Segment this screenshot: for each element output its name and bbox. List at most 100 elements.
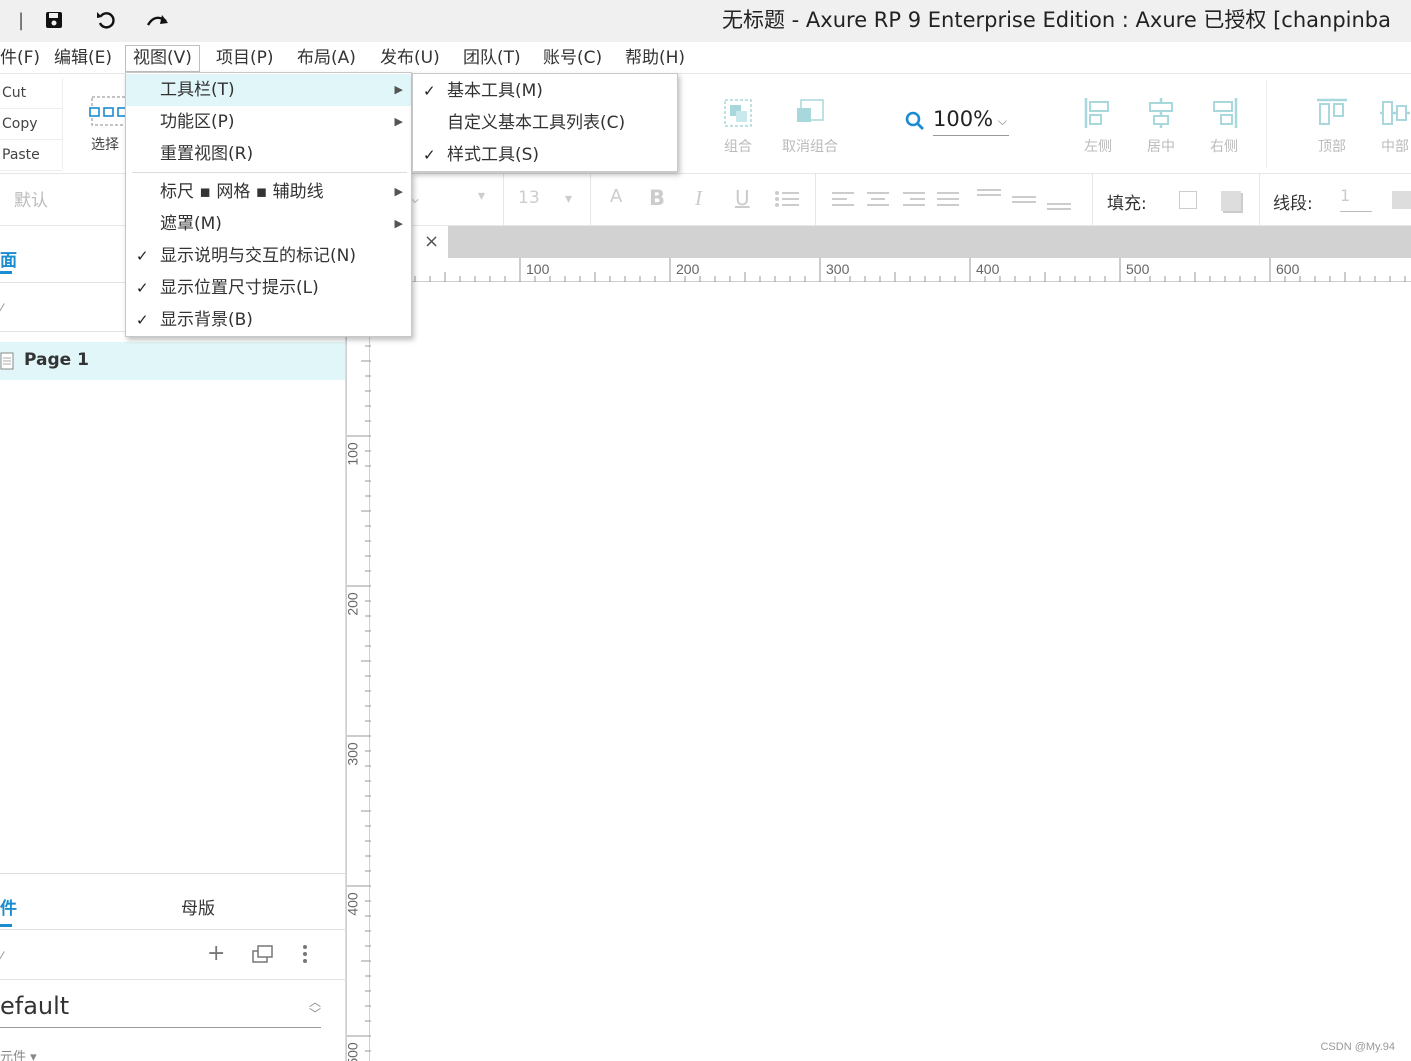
masters-tab[interactable]: 母版 <box>181 894 215 919</box>
copy-button[interactable]: Copy <box>0 109 62 140</box>
distribute-middle-label: 中部 <box>1381 139 1409 155</box>
add-library-icon[interactable]: + <box>207 941 225 966</box>
save-icon[interactable] <box>42 8 66 32</box>
align-center-button[interactable]: 居中 <box>1141 96 1181 156</box>
group-label: 组合 <box>724 139 752 155</box>
menu-publish[interactable]: 发布(U) <box>373 45 447 72</box>
redo-icon[interactable] <box>145 8 171 32</box>
pages-tab[interactable]: 面 <box>0 246 17 271</box>
bold-icon[interactable]: B <box>649 186 665 210</box>
line-color-swatch[interactable] <box>1392 191 1411 209</box>
menu-item-label: 显示背景(B) <box>160 310 253 330</box>
align-text-left-icon[interactable] <box>832 189 856 213</box>
toolbars-submenu: ✓ 基本工具(M) 自定义基本工具列表(C) ✓ 样式工具(S) <box>412 73 678 172</box>
ruler-label: 400 <box>976 261 1000 277</box>
underline-icon[interactable]: U <box>735 186 750 210</box>
align-right-icon <box>1207 96 1241 130</box>
search-widgets-icon[interactable]: ⁄ <box>0 950 2 966</box>
distribute-middle-button[interactable]: 中部 <box>1375 96 1411 156</box>
bullet-list-icon[interactable] <box>774 188 800 214</box>
distribute-top-label: 顶部 <box>1318 139 1346 155</box>
menu-team[interactable]: 团队(T) <box>456 45 528 72</box>
divider <box>503 174 504 226</box>
font-color-icon[interactable]: A <box>610 186 622 207</box>
justify-text-icon[interactable] <box>937 189 961 213</box>
divider <box>1266 80 1267 168</box>
divider <box>1092 174 1093 226</box>
menu-item-label: 标尺 ▪ 网格 ▪ 辅助线 <box>160 182 324 202</box>
close-tab-icon[interactable]: × <box>424 231 439 252</box>
chevron-down-icon: ▾ <box>478 188 486 204</box>
more-options-icon[interactable] <box>302 944 308 968</box>
checkmark-icon: ✓ <box>136 311 149 329</box>
submenu-item-customize-tools[interactable]: 自定义基本工具列表(C) <box>413 107 677 139</box>
align-text-right-icon[interactable] <box>903 189 927 213</box>
menu-edit[interactable]: 编辑(E) <box>47 45 119 72</box>
align-left-button[interactable]: 左侧 <box>1078 96 1118 156</box>
menu-help[interactable]: 帮助(H) <box>618 45 692 72</box>
undo-icon[interactable] <box>93 8 119 32</box>
menu-item-show-background[interactable]: ✓ 显示背景(B) <box>126 304 411 336</box>
library-windows-icon[interactable] <box>252 945 274 967</box>
select-tool-button[interactable]: 选择 <box>80 94 130 154</box>
checkmark-icon: ✓ <box>423 146 436 164</box>
zoom-value: 100% <box>933 107 994 131</box>
menu-project[interactable]: 项目(P) <box>209 45 281 72</box>
shadow-swatch[interactable] <box>1221 191 1241 211</box>
menu-item-panes[interactable]: 功能区(P) ▶ <box>126 106 411 138</box>
group-button[interactable]: 组合 <box>716 96 760 156</box>
menu-item-show-size-hints[interactable]: ✓ 显示位置尺寸提示(L) <box>126 272 411 304</box>
valign-top-icon[interactable] <box>977 186 1003 220</box>
widget-category[interactable]: 元件 ▾ <box>0 1046 37 1061</box>
menu-item-masks[interactable]: 遮罩(M) ▶ <box>126 208 411 240</box>
valign-bottom-icon[interactable] <box>1047 186 1073 220</box>
menu-view[interactable]: 视图(V) <box>125 45 200 72</box>
page-tree-item[interactable]: Page 1 <box>0 342 345 380</box>
menu-account[interactable]: 账号(C) <box>536 45 609 72</box>
submenu-item-style-tools[interactable]: ✓ 样式工具(S) <box>413 139 677 171</box>
quick-access-divider: | <box>17 9 25 31</box>
chevron-down-icon: ▾ <box>565 191 573 207</box>
menu-item-toolbars[interactable]: 工具栏(T) ▶ <box>126 74 411 106</box>
cut-button[interactable]: Cut <box>0 78 62 109</box>
italic-icon[interactable]: I <box>695 186 702 211</box>
canvas-tabs: × <box>346 226 1411 258</box>
zoom-search-icon <box>904 110 926 136</box>
style-select[interactable]: 默认 <box>14 186 48 211</box>
valign-middle-icon[interactable] <box>1012 186 1038 220</box>
menu-arrange[interactable]: 布局(A) <box>290 45 363 72</box>
menu-item-reset-view[interactable]: 重置视图(R) <box>126 138 411 170</box>
menu-item-label: 显示说明与交互的标记(N) <box>160 246 356 266</box>
menu-item-rulers-grid-guides[interactable]: 标尺 ▪ 网格 ▪ 辅助线 ▶ <box>126 176 411 208</box>
widgets-tab[interactable]: 件 <box>0 894 17 919</box>
submenu-arrow-icon: ▶ <box>394 217 403 230</box>
ruler-label: 500 <box>1126 261 1150 277</box>
menu-item-label: 遮罩(M) <box>160 214 222 234</box>
menu-item-label: 样式工具(S) <box>447 145 540 165</box>
submenu-item-basic-tools[interactable]: ✓ 基本工具(M) <box>413 75 677 107</box>
tab-strip-background <box>448 226 1411 258</box>
chevron-updown-icon: ︿ ﹀ <box>308 995 321 1021</box>
align-text-center-icon[interactable] <box>867 189 891 213</box>
ruler-label: 100 <box>526 261 550 277</box>
ruler-label: 400 <box>344 892 361 916</box>
menu-item-show-notes-markers[interactable]: ✓ 显示说明与交互的标记(N) <box>126 240 411 272</box>
library-select[interactable]: efault ︿ ﹀ <box>0 992 321 1028</box>
align-middle-icon <box>1378 96 1411 130</box>
distribute-top-button[interactable]: 顶部 <box>1312 96 1352 156</box>
search-pages-icon[interactable]: ⁄ <box>0 302 2 318</box>
design-canvas[interactable] <box>371 283 1411 1061</box>
title-bar: | 无标题 - Axure RP 9 Enterprise Edition : … <box>0 0 1411 42</box>
menu-file[interactable]: 件(F) <box>0 45 47 72</box>
line-width-input[interactable]: 1 <box>1340 186 1372 212</box>
align-left-icon <box>1081 96 1115 130</box>
align-right-button[interactable]: 右侧 <box>1204 96 1244 156</box>
chevron-down-icon: ⌵ <box>997 114 1007 128</box>
fill-color-swatch[interactable] <box>1179 191 1197 209</box>
ungroup-button[interactable]: 取消组合 <box>776 96 844 156</box>
zoom-select[interactable]: 100% ⌵ <box>933 104 1009 136</box>
select-label: 选择 <box>91 137 119 153</box>
font-size-select[interactable]: 13 <box>518 188 540 208</box>
checkmark-icon: ✓ <box>136 279 149 297</box>
paste-button[interactable]: Paste <box>0 140 62 171</box>
